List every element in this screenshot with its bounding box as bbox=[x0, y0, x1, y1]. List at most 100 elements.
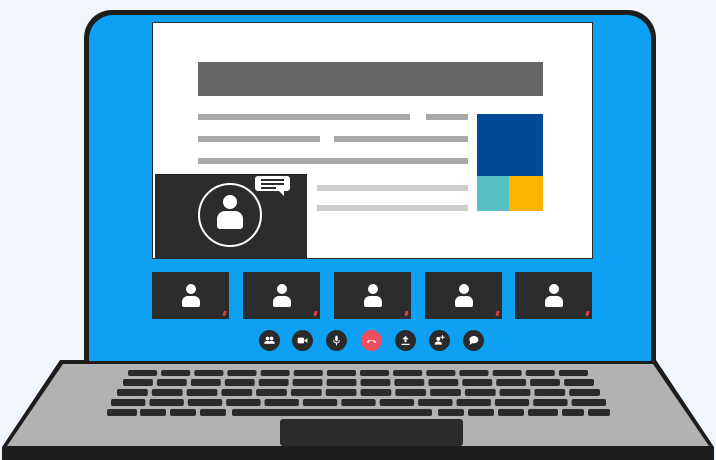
document-image-block bbox=[477, 114, 543, 176]
document-text-line bbox=[198, 158, 468, 164]
person-icon bbox=[454, 284, 474, 308]
keyboard-key[interactable] bbox=[462, 379, 493, 386]
document-text-line bbox=[334, 136, 468, 142]
keyboard-key[interactable] bbox=[525, 370, 555, 376]
keyboard-key[interactable] bbox=[571, 399, 606, 406]
trackpad[interactable] bbox=[280, 419, 463, 446]
add-participant-button[interactable] bbox=[429, 330, 450, 351]
keyboard-key[interactable] bbox=[326, 379, 357, 386]
document-image-block bbox=[509, 176, 543, 211]
person-icon bbox=[215, 195, 245, 237]
share-screen-button[interactable] bbox=[395, 330, 416, 351]
keyboard-key[interactable] bbox=[258, 379, 289, 386]
keyboard-key[interactable] bbox=[117, 389, 148, 396]
keyboard-key[interactable] bbox=[379, 399, 415, 406]
keyboard-key[interactable] bbox=[264, 399, 299, 406]
keyboard-key[interactable] bbox=[187, 399, 223, 406]
keyboard-key[interactable] bbox=[530, 379, 560, 386]
keyboard-key[interactable] bbox=[226, 399, 261, 406]
document-text-line bbox=[426, 114, 468, 120]
keyboard-key[interactable] bbox=[302, 399, 338, 406]
keyboard-key[interactable] bbox=[464, 389, 496, 396]
participants-button[interactable] bbox=[259, 330, 280, 351]
keyboard-key[interactable] bbox=[140, 409, 166, 416]
keyboard-key[interactable] bbox=[224, 379, 255, 386]
keyboard-key[interactable] bbox=[533, 399, 568, 406]
keyboard-key[interactable] bbox=[149, 399, 184, 406]
keyboard-key[interactable] bbox=[496, 379, 527, 386]
keyboard-key[interactable] bbox=[128, 370, 158, 376]
keyboard-key[interactable] bbox=[290, 389, 322, 396]
keyboard-key[interactable] bbox=[498, 409, 524, 416]
keyboard-key[interactable] bbox=[111, 399, 146, 406]
document-header-block bbox=[198, 62, 543, 96]
person-icon bbox=[272, 284, 292, 308]
microphone-button[interactable] bbox=[326, 330, 347, 351]
keyboard-key[interactable] bbox=[492, 370, 522, 376]
keyboard-key[interactable] bbox=[430, 389, 461, 396]
keyboard-key[interactable] bbox=[494, 399, 530, 406]
document-text-line bbox=[198, 114, 410, 120]
keyboard-key[interactable] bbox=[161, 370, 191, 376]
person-icon bbox=[544, 284, 564, 308]
end-call-button[interactable] bbox=[361, 330, 382, 351]
muted-mic-icon bbox=[222, 311, 227, 316]
keyboard-key[interactable] bbox=[341, 399, 376, 406]
keyboard-key[interactable] bbox=[256, 389, 287, 396]
keyboard-key[interactable] bbox=[107, 409, 137, 416]
keyboard-key[interactable] bbox=[393, 370, 423, 376]
keyboard-key[interactable] bbox=[194, 370, 224, 376]
keyboard-key[interactable] bbox=[438, 409, 464, 416]
spacebar-key[interactable] bbox=[232, 409, 432, 416]
keyboard-key[interactable] bbox=[292, 379, 323, 386]
muted-mic-icon bbox=[404, 311, 409, 316]
keyboard-key[interactable] bbox=[394, 379, 425, 386]
document-text-line bbox=[317, 205, 468, 211]
keyboard-key[interactable] bbox=[260, 370, 290, 376]
keyboard-key[interactable] bbox=[227, 370, 257, 376]
muted-mic-icon bbox=[495, 311, 500, 316]
participant-tile[interactable] bbox=[152, 272, 229, 319]
laptop-illustration bbox=[0, 0, 716, 460]
keyboard-key[interactable] bbox=[528, 409, 558, 416]
keyboard-key[interactable] bbox=[564, 379, 594, 386]
keyboard-key[interactable] bbox=[569, 389, 600, 396]
keyboard-key[interactable] bbox=[326, 370, 356, 376]
chat-button[interactable] bbox=[463, 330, 484, 351]
keyboard-key[interactable] bbox=[186, 389, 218, 396]
add-user-icon bbox=[433, 334, 446, 347]
keyboard-key[interactable] bbox=[456, 399, 491, 406]
muted-mic-icon bbox=[313, 311, 318, 316]
people-icon bbox=[263, 334, 276, 347]
participant-tile[interactable] bbox=[425, 272, 502, 319]
keyboard-key[interactable] bbox=[426, 370, 456, 376]
keyboard-key[interactable] bbox=[190, 379, 221, 386]
keyboard-key[interactable] bbox=[293, 370, 323, 376]
keyboard-key[interactable] bbox=[170, 409, 196, 416]
document-text-line bbox=[317, 185, 468, 191]
participant-tile[interactable] bbox=[334, 272, 411, 319]
keyboard-key[interactable] bbox=[360, 370, 390, 376]
person-icon bbox=[363, 284, 383, 308]
keyboard-key[interactable] bbox=[558, 370, 588, 376]
keyboard-key[interactable] bbox=[156, 379, 187, 386]
participant-tile[interactable] bbox=[515, 272, 592, 319]
keyboard-key[interactable] bbox=[588, 409, 610, 416]
keyboard-key[interactable] bbox=[562, 409, 584, 416]
keyboard-key[interactable] bbox=[200, 409, 226, 416]
keyboard-key[interactable] bbox=[360, 379, 391, 386]
keyboard-key[interactable] bbox=[395, 389, 427, 396]
keyboard-key[interactable] bbox=[151, 389, 183, 396]
keyboard-key[interactable] bbox=[123, 379, 153, 386]
keyboard-key[interactable] bbox=[499, 389, 531, 396]
keyboard-key[interactable] bbox=[360, 389, 392, 396]
keyboard-key[interactable] bbox=[325, 389, 357, 396]
keyboard-key[interactable] bbox=[221, 389, 253, 396]
keyboard-key[interactable] bbox=[459, 370, 489, 376]
keyboard-key[interactable] bbox=[468, 409, 494, 416]
keyboard-key[interactable] bbox=[428, 379, 459, 386]
participant-tile[interactable] bbox=[243, 272, 320, 319]
keyboard-key[interactable] bbox=[534, 389, 566, 396]
keyboard-key[interactable] bbox=[418, 399, 453, 406]
camera-button[interactable] bbox=[292, 330, 313, 351]
